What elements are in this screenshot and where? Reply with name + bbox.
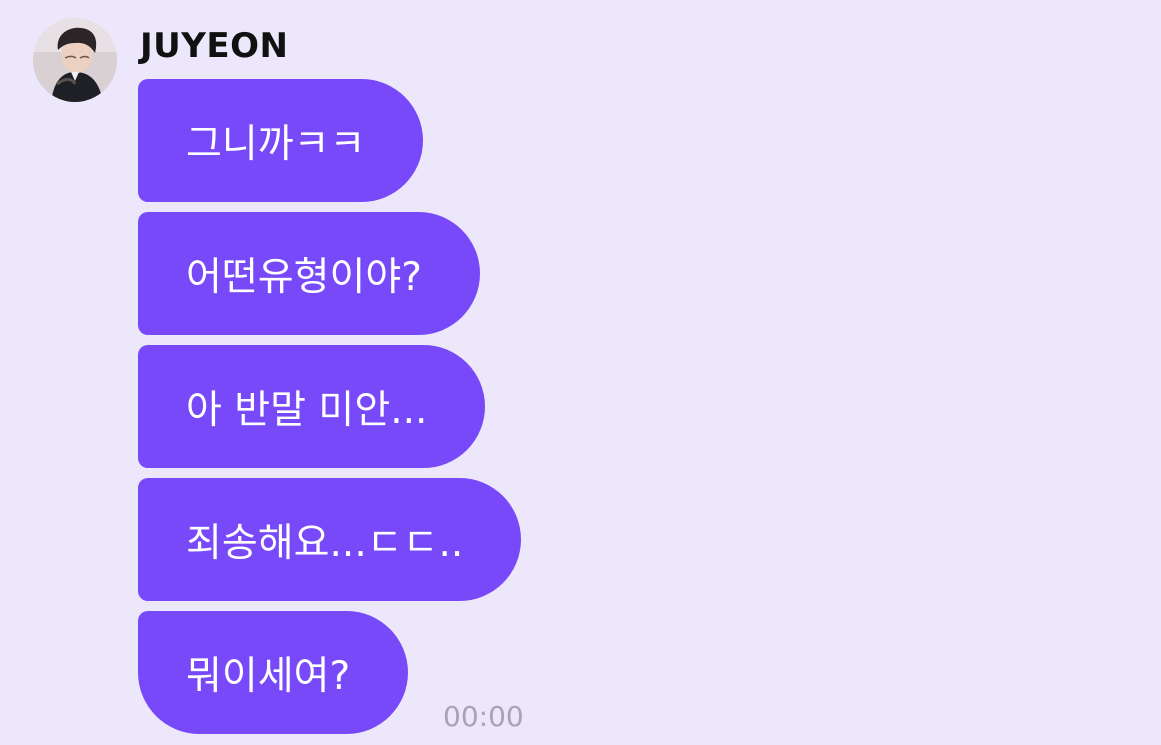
chat-thread: JUYEON 그니까ㅋㅋ 어떤유형이야? 아 반말 미안... 죄송해요...ㄷ… (0, 0, 1161, 745)
sender-name: JUYEON (140, 26, 289, 66)
avatar[interactable] (33, 18, 117, 102)
profile-photo-icon (33, 18, 117, 102)
message-bubble[interactable]: 죄송해요...ㄷㄷ.. (138, 478, 522, 601)
message-bubble[interactable]: 뭐이세여? (138, 611, 409, 734)
message-timestamp: 00:00 (443, 700, 524, 733)
message-bubble[interactable]: 그니까ㅋㅋ (138, 79, 424, 202)
message-bubble[interactable]: 아 반말 미안... (138, 345, 486, 468)
message-bubble[interactable]: 어떤유형이야? (138, 212, 480, 335)
